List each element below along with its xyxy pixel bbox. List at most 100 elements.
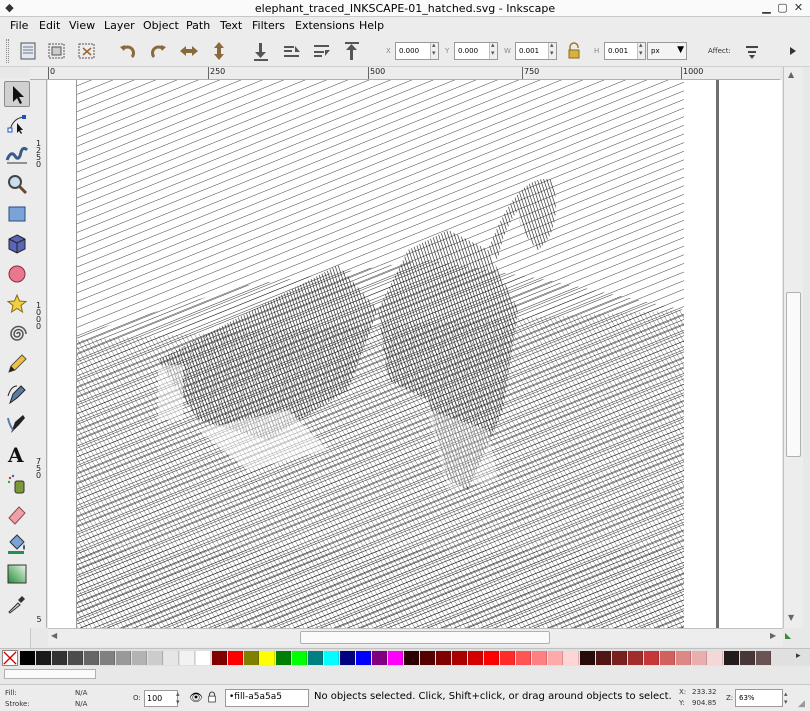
y-input[interactable]: 0.000: [454, 41, 498, 60]
text-tool[interactable]: A: [4, 441, 30, 467]
minimize-icon[interactable]: ▁: [760, 2, 773, 15]
spiral-tool[interactable]: [4, 321, 30, 347]
scale-stroke-icon[interactable]: [742, 40, 764, 62]
menu-text[interactable]: Text: [220, 19, 242, 32]
flip-horizontal-icon[interactable]: [178, 40, 200, 62]
x-spin-arrows[interactable]: [430, 41, 438, 59]
resize-grip-icon[interactable]: ◢: [798, 699, 805, 709]
color-swatch[interactable]: [20, 651, 35, 665]
width-input[interactable]: 0.001: [515, 41, 557, 60]
color-swatch[interactable]: [164, 651, 179, 665]
vertical-scroll-thumb[interactable]: [786, 292, 801, 457]
color-swatch[interactable]: [36, 651, 51, 665]
lower-to-bottom-icon[interactable]: [250, 40, 272, 62]
w-spin-arrows[interactable]: [548, 41, 556, 59]
height-input[interactable]: 0.001: [604, 41, 646, 60]
color-swatch[interactable]: [532, 651, 547, 665]
color-swatch[interactable]: [388, 651, 403, 665]
scroll-right-icon[interactable]: ▶: [770, 631, 776, 640]
color-swatch[interactable]: [564, 651, 579, 665]
zoom-tool[interactable]: [4, 171, 30, 197]
vertical-ruler[interactable]: 1250 1000 750 5: [30, 80, 47, 628]
color-swatch[interactable]: [420, 651, 435, 665]
color-swatch[interactable]: [708, 651, 723, 665]
star-tool[interactable]: [4, 291, 30, 317]
color-swatch[interactable]: [308, 651, 323, 665]
y-spin-arrows[interactable]: [489, 41, 497, 59]
color-swatch[interactable]: [244, 651, 259, 665]
color-swatch[interactable]: [228, 651, 243, 665]
color-swatch[interactable]: [292, 651, 307, 665]
color-swatch[interactable]: [356, 651, 371, 665]
vertical-scrollbar[interactable]: ▲ ▼: [783, 67, 803, 628]
close-icon[interactable]: ✕: [792, 2, 805, 15]
color-swatch[interactable]: [676, 651, 691, 665]
color-swatch[interactable]: [724, 651, 739, 665]
menu-file[interactable]: File: [10, 19, 28, 32]
toolbar-overflow-icon[interactable]: [782, 40, 804, 62]
gradient-tool[interactable]: [4, 561, 30, 587]
color-swatch[interactable]: [260, 651, 275, 665]
paint-bucket-tool[interactable]: [4, 531, 30, 557]
toolbar-grip[interactable]: [6, 39, 9, 63]
no-paint-swatch[interactable]: [2, 650, 18, 666]
dropper-tool[interactable]: [4, 591, 30, 617]
color-swatch[interactable]: [452, 651, 467, 665]
menu-layer[interactable]: Layer: [104, 19, 135, 32]
color-swatch[interactable]: [180, 651, 195, 665]
raise-icon[interactable]: [311, 40, 333, 62]
color-swatch[interactable]: [468, 651, 483, 665]
palette-scroll-thumb[interactable]: [4, 669, 96, 679]
ellipse-tool[interactable]: [4, 261, 30, 287]
node-tool[interactable]: [4, 111, 30, 137]
color-swatch[interactable]: [548, 651, 563, 665]
horizontal-ruler[interactable]: 0 250 500 750 1000: [30, 67, 780, 80]
rectangle-tool[interactable]: [4, 201, 30, 227]
color-swatch[interactable]: [516, 651, 531, 665]
menu-view[interactable]: View: [69, 19, 95, 32]
select-all-icon[interactable]: [17, 40, 39, 62]
menu-path[interactable]: Path: [186, 19, 210, 32]
menu-object[interactable]: Object: [143, 19, 179, 32]
opacity-input[interactable]: 100: [144, 690, 178, 707]
deselect-icon[interactable]: [76, 40, 98, 62]
menu-help[interactable]: Help: [359, 19, 384, 32]
maximize-icon[interactable]: ▢: [776, 2, 789, 15]
rotate-cw-icon[interactable]: [147, 40, 169, 62]
color-swatch[interactable]: [324, 651, 339, 665]
color-swatch[interactable]: [596, 651, 611, 665]
color-swatch[interactable]: [340, 651, 355, 665]
color-swatch[interactable]: [404, 651, 419, 665]
current-layer-select[interactable]: •fill-a5a5a5: [225, 689, 309, 707]
color-swatch[interactable]: [484, 651, 499, 665]
eye-icon[interactable]: 👁: [189, 691, 203, 704]
pen-tool[interactable]: [4, 381, 30, 407]
horizontal-scrollbar[interactable]: ◀ ▶ ◣: [48, 628, 791, 646]
color-managed-icon[interactable]: ◣: [785, 631, 791, 640]
color-swatch[interactable]: [436, 651, 451, 665]
flip-vertical-icon[interactable]: [208, 40, 230, 62]
color-swatch[interactable]: [276, 651, 291, 665]
lower-icon[interactable]: [281, 40, 303, 62]
select-all-layers-icon[interactable]: [46, 40, 68, 62]
scroll-up-icon[interactable]: ▲: [788, 70, 794, 79]
color-swatch[interactable]: [612, 651, 627, 665]
color-swatch[interactable]: [580, 651, 595, 665]
color-swatch[interactable]: [100, 651, 115, 665]
zoom-spin-icon[interactable]: ▴ ▾: [784, 690, 788, 706]
palette-menu-icon[interactable]: ▸: [796, 651, 801, 661]
3d-box-tool[interactable]: [4, 231, 30, 257]
color-swatch[interactable]: [212, 651, 227, 665]
palette-scrollbar[interactable]: [0, 666, 810, 684]
color-swatch[interactable]: [148, 651, 163, 665]
eraser-tool[interactable]: [4, 501, 30, 527]
menu-edit[interactable]: Edit: [39, 19, 60, 32]
color-swatch[interactable]: [740, 651, 755, 665]
selector-tool[interactable]: [4, 81, 30, 107]
raise-to-top-icon[interactable]: [341, 40, 363, 62]
padlock-icon[interactable]: [207, 690, 217, 707]
h-spin-arrows[interactable]: [637, 41, 645, 59]
scroll-left-icon[interactable]: ◀: [51, 631, 57, 640]
color-swatch[interactable]: [500, 651, 515, 665]
color-swatch[interactable]: [116, 651, 131, 665]
